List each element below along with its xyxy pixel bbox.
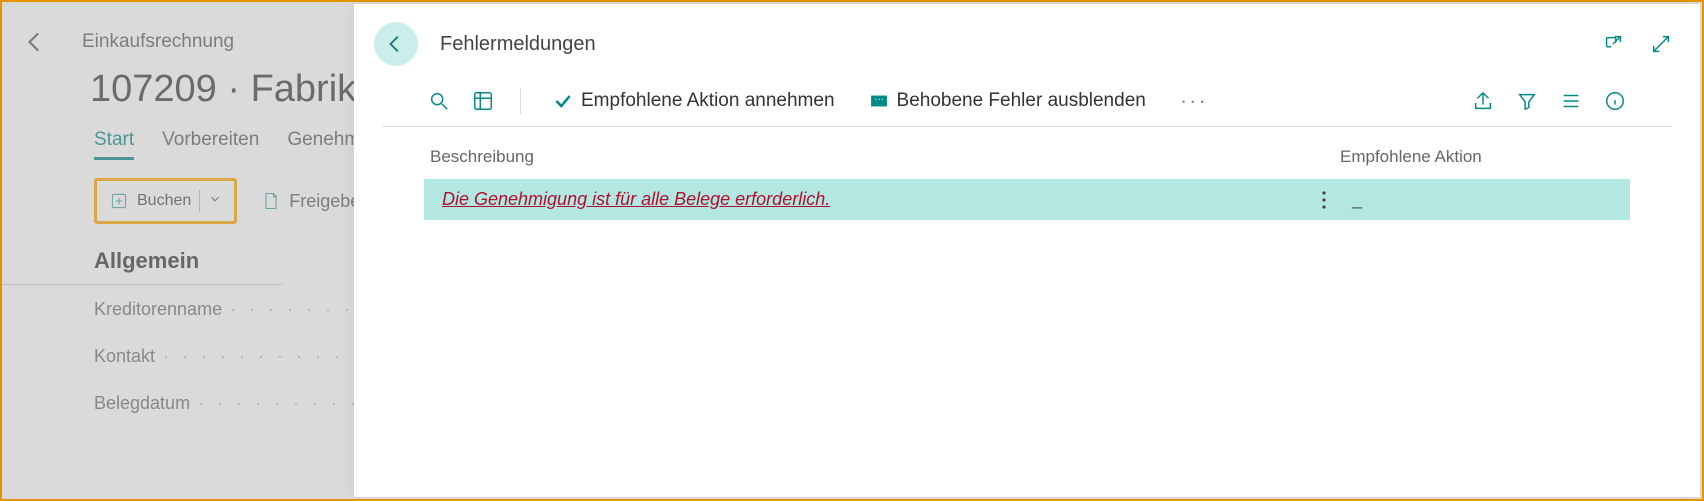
back-button[interactable]: [374, 22, 418, 66]
error-messages-panel: Fehlermeldungen Empfohlene Aktion annehm…: [354, 4, 1700, 497]
search-icon[interactable]: [424, 86, 454, 116]
error-description-link[interactable]: Die Genehmigung ist für alle Belege erfo…: [442, 189, 830, 210]
separator: [520, 88, 521, 114]
tab-start[interactable]: Start: [94, 129, 134, 160]
tab-genehm[interactable]: Genehm: [287, 129, 360, 160]
hide-resolved-errors-button[interactable]: Behobene Fehler ausblenden: [859, 86, 1156, 116]
chevron-down-icon[interactable]: [208, 192, 222, 211]
row-recommended-action: _: [1344, 189, 1624, 210]
popout-icon[interactable]: [1602, 33, 1624, 55]
divider: [199, 190, 200, 212]
post-button-highlighted[interactable]: Buchen: [94, 178, 237, 224]
section-allgemein: Allgemein: [2, 240, 282, 285]
expand-icon[interactable]: [1650, 33, 1672, 55]
column-recommended-action[interactable]: Empfohlene Aktion: [1340, 147, 1624, 167]
back-button-bg[interactable]: [14, 20, 58, 64]
info-icon[interactable]: [1600, 86, 1630, 116]
filter-icon[interactable]: [1512, 86, 1542, 116]
row-menu-icon[interactable]: [1304, 191, 1344, 209]
column-description[interactable]: Beschreibung: [430, 147, 1340, 167]
panel-title: Fehlermeldungen: [440, 33, 596, 56]
accept-recommended-action-button[interactable]: Empfohlene Aktion annehmen: [543, 86, 845, 116]
hide-label: Behobene Fehler ausblenden: [897, 90, 1146, 112]
field-label: Belegdatum: [94, 393, 190, 414]
list-view-icon[interactable]: [1556, 86, 1586, 116]
accept-label: Empfohlene Aktion annehmen: [581, 90, 835, 112]
share-icon[interactable]: [1468, 86, 1498, 116]
more-actions[interactable]: ···: [1170, 88, 1218, 114]
post-button-label: Buchen: [137, 192, 191, 210]
errors-table: Beschreibung Empfohlene Aktion Die Geneh…: [382, 127, 1672, 220]
edit-list-icon[interactable]: [468, 86, 498, 116]
field-label: Kreditorenname: [94, 299, 222, 320]
tab-vorbereiten[interactable]: Vorbereiten: [162, 129, 259, 160]
breadcrumb: Einkaufsrechnung: [82, 31, 234, 53]
field-label: Kontakt: [94, 346, 155, 367]
table-row[interactable]: Die Genehmigung ist für alle Belege erfo…: [424, 179, 1630, 220]
panel-toolbar: Empfohlene Aktion annehmen Behobene Fehl…: [382, 78, 1672, 127]
